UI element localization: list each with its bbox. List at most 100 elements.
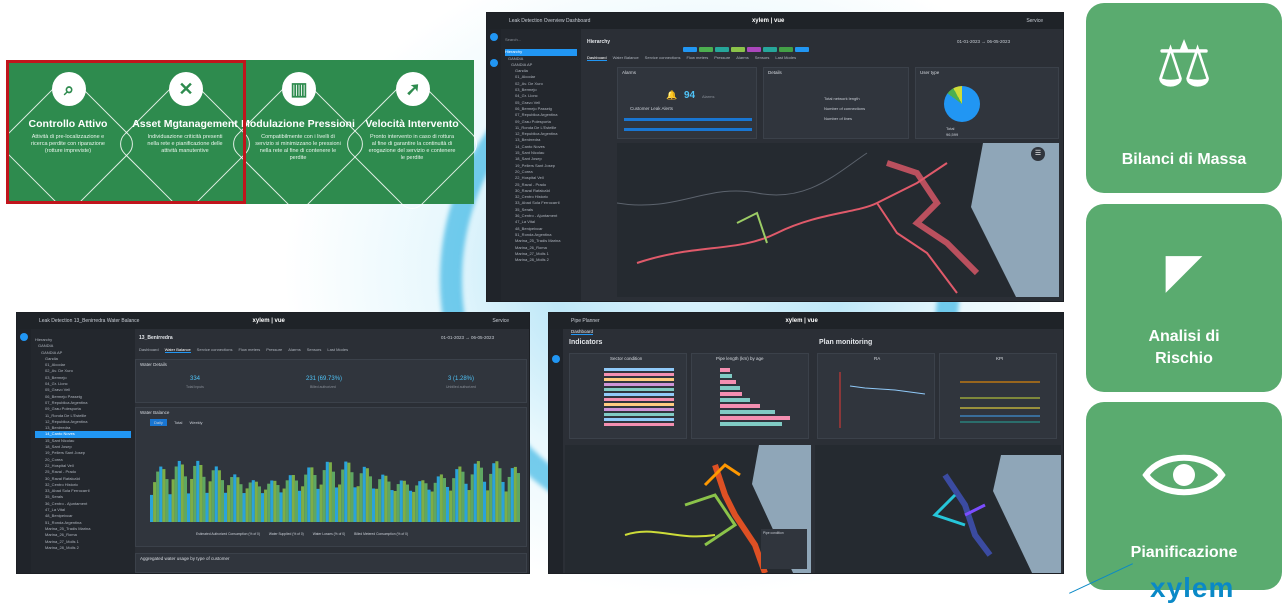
tree-search-input[interactable]: Search... (505, 37, 577, 43)
plan-monitoring-map[interactable] (815, 445, 1061, 573)
tab-pressure[interactable]: Pressure (714, 55, 730, 60)
water-balance-bar (316, 488, 320, 522)
water-balance-bar (467, 490, 471, 522)
tab-dashboard[interactable]: Dashboard (139, 347, 159, 352)
water-balance-bar (495, 461, 499, 522)
date-from[interactable]: 01-01-2023 (957, 39, 980, 44)
tab-sensors[interactable]: Sensors (307, 347, 322, 352)
total-value: 96,599 (946, 132, 959, 137)
water-balance-bar (353, 487, 357, 522)
age-bar (720, 410, 775, 414)
water-balance-bar (344, 461, 348, 522)
pipe-age-panel: Pipe length (km) by age (691, 353, 809, 439)
sector-condition-chart (604, 368, 674, 426)
ra-panel: RA (817, 353, 935, 439)
water-balance-bar (464, 483, 468, 522)
detail-row: Total network length (824, 96, 860, 101)
rail-home-icon[interactable] (552, 355, 560, 363)
user-menu[interactable]: Service (492, 313, 509, 329)
water-balance-bar (359, 473, 363, 522)
breadcrumb[interactable]: Leak Detection 13_Benirredra Water Balan… (39, 313, 139, 329)
date-range[interactable]: 01-01-2023 → 06-05-2023 (957, 39, 1010, 44)
tab-dashboard[interactable]: Dashboard (587, 55, 607, 61)
sector-bar (604, 378, 674, 381)
rail-home-icon[interactable] (20, 333, 28, 341)
feature-highlight-frame (6, 60, 246, 204)
sector-bar (604, 413, 674, 416)
toggle-daily[interactable]: Daily (150, 419, 167, 426)
tree-item[interactable]: Marina_28_Molls 2 (505, 257, 577, 263)
tab-last-modes[interactable]: Last Modes (775, 55, 796, 60)
alert-bar (624, 118, 752, 121)
legend-item: Water Losses (% of 0) (312, 532, 346, 536)
filter-chip[interactable] (779, 47, 793, 52)
tile-bilanci-di-massa[interactable]: ⚖ Bilanci di Massa (1086, 3, 1282, 193)
water-balance-bar (202, 476, 206, 522)
tab-alarms[interactable]: Alarms (288, 347, 300, 352)
tab-service-connections[interactable]: Service connections (645, 55, 681, 60)
water-balance-bar (196, 460, 200, 522)
water-balance-bar (165, 479, 169, 522)
water-balance-bar (476, 461, 480, 522)
filter-chip[interactable] (683, 47, 697, 52)
water-balance-bar (205, 492, 209, 522)
filter-chip[interactable] (795, 47, 809, 52)
bar-chart-icon: ▥ (282, 72, 316, 106)
date-to[interactable]: 06-05-2023 (987, 39, 1010, 44)
water-balance-bar (449, 490, 453, 522)
left-rail (17, 329, 31, 573)
filter-chip[interactable] (763, 47, 777, 52)
tab-flow-meters[interactable]: Flow meters (686, 55, 708, 60)
toggle-total[interactable]: Total (174, 420, 182, 425)
date-to[interactable]: 06-05-2023 (471, 335, 494, 340)
layers-icon[interactable]: ☰ (1031, 147, 1045, 161)
water-balance-bar (294, 480, 298, 522)
water-balance-bar (199, 464, 203, 522)
chart-toggle: Daily Total Weekly (150, 419, 203, 426)
water-balance-bar (264, 489, 268, 522)
water-balance-bar (458, 466, 462, 522)
water-balance-bar (381, 474, 385, 522)
water-balance-bar (242, 493, 246, 522)
tab-water-balance[interactable]: Water Balance (164, 347, 191, 353)
user-menu[interactable]: Service (1026, 13, 1043, 29)
water-balance-bar (405, 484, 409, 522)
feature-velocita-intervento: ➚ Velocità Intervento Pronto intervento … (341, 60, 483, 215)
tab-flow-meters[interactable]: Flow meters (238, 347, 260, 352)
sector-bar (604, 383, 674, 386)
dashboard-tab[interactable]: Dashboard (571, 329, 594, 335)
filter-chip[interactable] (731, 47, 745, 52)
date-range[interactable]: 01-01-2023 → 06-05-2023 (441, 335, 494, 340)
tile-pianificazione[interactable]: Pianificazione (1086, 402, 1282, 590)
tab-alarms[interactable]: Alarms (736, 55, 748, 60)
water-balance-bar (396, 484, 400, 522)
filter-chip[interactable] (715, 47, 729, 52)
filter-chip[interactable] (747, 47, 761, 52)
breadcrumb[interactable]: Leak Detection Overview Dashboard (509, 13, 590, 29)
tab-service-connections[interactable]: Service connections (197, 347, 233, 352)
toggle-weekly[interactable]: Weekly (190, 420, 203, 425)
tab-sensors[interactable]: Sensors (755, 55, 770, 60)
water-balance-bar (507, 476, 511, 522)
water-balance-bar (220, 480, 224, 522)
tab-last-modes[interactable]: Last Modes (327, 347, 348, 352)
tab-water-balance[interactable]: Water Balance (613, 55, 639, 60)
filter-chip[interactable] (699, 47, 713, 52)
tree-list: Hierarchy GANDIA GANDIA AP Gandia 01_Alcodar… (505, 49, 577, 263)
tab-pressure[interactable]: Pressure (266, 347, 282, 352)
water-balance-bar (159, 466, 163, 522)
tree-item[interactable]: Marina_28_Molls 2 (35, 545, 131, 551)
rail-leak-icon[interactable] (490, 59, 498, 67)
pipe-condition-map[interactable]: Pipe condition (565, 445, 811, 573)
tile-analisi-di-rischio[interactable]: ◤ Analisi di Rischio (1086, 204, 1282, 392)
water-balance-bar (298, 490, 302, 522)
app-name[interactable]: Pipe Planner (571, 313, 600, 329)
stat-label: Billed authorized (310, 385, 336, 389)
legend-item: Water Supplied (% of 0) (268, 532, 304, 536)
total-label: Total (946, 126, 955, 131)
pipe-network (617, 152, 980, 294)
date-from[interactable]: 01-01-2023 (441, 335, 464, 340)
network-map[interactable]: ☰ (617, 143, 1059, 297)
rail-home-icon[interactable] (490, 33, 498, 41)
water-balance-bar (310, 467, 314, 522)
